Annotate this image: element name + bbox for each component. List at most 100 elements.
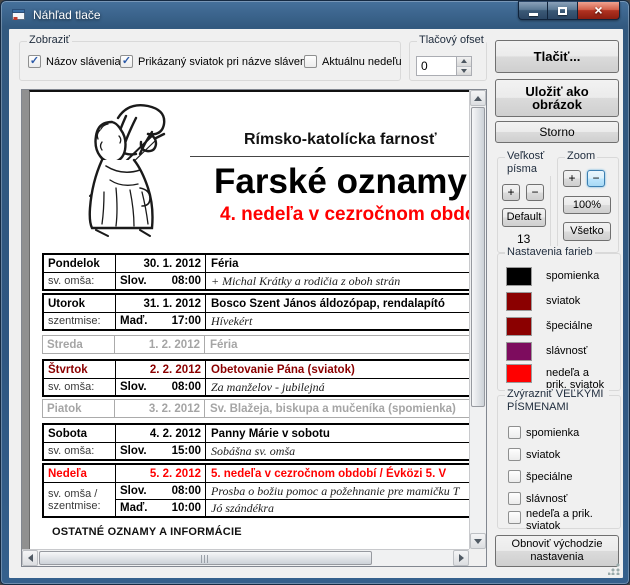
mass-time: 08:00 [172,275,201,287]
checkbox-icon [508,448,521,461]
checkbox-icon: ✓ [28,55,41,68]
zoom-fit-all-button[interactable]: Všetko [563,222,611,241]
window-title: Náhľad tlače [33,8,101,22]
spinner-up-icon [461,59,467,63]
color-swatch-slavnost[interactable] [506,342,532,361]
day-title: Féria [205,336,469,353]
font-size-default-button[interactable]: Default [502,208,546,227]
save-as-image-button[interactable]: Uložiť ako obrázok [495,79,619,117]
color-label: nedeľa a prik. sviatok [546,364,610,391]
close-button[interactable]: × [577,1,620,20]
day-title: Obetovanie Pána (sviatok) [206,361,469,378]
checkbox-caps-slavnost[interactable]: slávnosť [508,492,567,505]
checkbox-icon [304,55,317,68]
mass-intention: Hívekért [206,313,469,329]
checkbox-holy-day-of-obligation[interactable]: ✓ Prikázaný sviatok pri názve slávenia [120,55,315,68]
spinner-down-button[interactable] [457,67,471,76]
checkbox-current-sunday[interactable]: Aktuálnu nedeľu [304,55,402,68]
reset-defaults-button[interactable]: Obnoviť východzie nastavenia [495,535,619,567]
arrow-right-icon [459,554,464,562]
maximize-icon [558,7,567,15]
horizontal-scrollbar-thumb[interactable] [39,551,372,565]
scroll-down-button[interactable] [470,533,486,549]
scroll-left-button[interactable] [22,550,38,566]
cancel-button[interactable]: Storno [495,121,619,143]
zoom-in-button[interactable]: + [563,170,581,187]
color-swatch-sviatok[interactable] [506,292,532,311]
day-title: Panny Márie v sobotu [206,425,469,442]
checkbox-caps-sviatok[interactable]: sviatok [508,448,560,461]
font-size-decrease-button[interactable]: − [526,184,544,201]
checkbox-icon: ✓ [120,55,133,68]
day-date: 4. 2. 2012 [116,425,206,442]
mass-language: Slov. [120,275,147,287]
color-swatch-specialne[interactable] [506,317,532,336]
maximize-button[interactable] [548,1,577,20]
horizontal-scrollbar[interactable] [22,549,469,566]
scroll-up-button[interactable] [470,90,486,106]
checkbox-label: špeciálne [526,471,572,483]
group-font-size-label: Veľkosť písma [505,150,553,176]
resize-grip[interactable] [608,563,620,575]
color-label: sviatok [546,292,580,307]
day-name: Piatok [43,400,115,417]
preview-area: Rímsko-katolícka farnosť Farské oznamy 4… [21,89,487,567]
mass-intention: Za manželov - jubilejná [206,379,469,395]
zoom-out-button[interactable]: − [587,170,605,187]
checkbox-label: Aktuálnu nedeľu [322,56,402,68]
day-date: 2. 2. 2012 [116,361,206,378]
group-zoom-label: Zoom [565,150,597,163]
spinner-up-button[interactable] [457,57,471,67]
document-subtitle: 4. nedeľa v cezročnom období [220,204,469,226]
checkbox-caps-specialne[interactable]: špeciálne [508,470,572,483]
print-preview-window: Náhľad tlače × Zobraziť ✓ Názov slávenia… [0,0,630,585]
mass-label-line2: szentmise: [48,500,115,512]
minimize-icon [529,13,538,16]
checkbox-label: Názov slávenia [46,56,121,68]
mass-label: sv. omša / szentmise: [44,483,116,516]
checkbox-label: slávnosť [526,493,567,505]
checkbox-caps-spomienka[interactable]: spomienka [508,426,579,439]
color-label: spomienka [546,267,599,282]
mass-language: Maď. [120,502,147,514]
minimize-button[interactable] [518,1,548,20]
print-offset-input[interactable] [416,56,456,76]
day-name: Utorok [44,295,116,312]
print-button[interactable]: Tlačiť... [495,40,619,73]
checkbox-label: nedeľa a prik. sviatok [526,508,612,532]
checkbox-icon [508,470,521,483]
day-date: 30. 1. 2012 [116,255,206,272]
mass-language: Maď. [120,315,147,327]
group-highlight-caps: Zvýrazniť VEĽKÝMI PÍSMENAMI spomienka sv… [497,395,621,529]
color-row-nedela: nedeľa a prik. sviatok [506,364,610,391]
day-date: 1. 2. 2012 [115,336,205,353]
document-page: Rímsko-katolícka farnosť Farské oznamy 4… [29,90,469,549]
mass-time: 08:00 [172,485,201,497]
day-name: Štvrtok [44,361,116,378]
day-name: Nedeľa [44,465,116,482]
checkbox-caps-nedela[interactable]: nedeľa a prik. sviatok [508,508,612,532]
color-swatch-nedela[interactable] [506,364,532,383]
side-panel: Tlačiť... Uložiť ako obrázok Storno Veľk… [495,40,623,570]
vertical-scrollbar[interactable] [469,90,486,549]
group-view-options: Zobraziť ✓ Názov slávenia ✓ Prikázaný sv… [19,41,401,81]
zoom-100-button[interactable]: 100% [563,196,611,214]
scroll-right-button[interactable] [453,550,469,566]
checkbox-icon [508,492,521,505]
client-area: Zobraziť ✓ Názov slávenia ✓ Prikázaný sv… [9,29,623,578]
group-view-options-label: Zobraziť [27,34,72,47]
good-shepherd-image [56,96,188,238]
day-name: Pondelok [44,255,116,272]
checkbox-label: sviatok [526,449,560,461]
titlebar[interactable]: Náhľad tlače × [1,1,629,29]
color-swatch-spomienka[interactable] [506,267,532,286]
mass-intention: Jó szándékra [206,500,469,516]
font-size-increase-button[interactable]: + [502,184,520,201]
color-label: špeciálne [546,317,592,332]
vertical-scrollbar-thumb[interactable] [471,107,485,407]
day-block-thursday: Štvrtok 2. 2. 2012 Obetovanie Pána (svia… [42,359,469,397]
checkbox-celebration-name[interactable]: ✓ Názov slávenia [28,55,121,68]
print-offset-stepper [416,56,472,76]
group-print-offset-label: Tlačový ofset [417,34,486,47]
day-title: Sv. Blažeja, biskupa a mučeníka (spomien… [205,400,469,417]
